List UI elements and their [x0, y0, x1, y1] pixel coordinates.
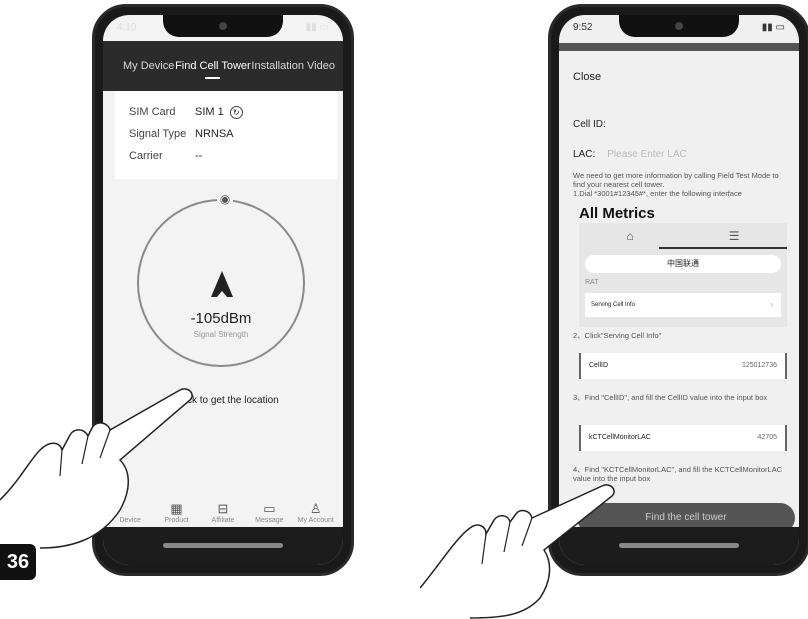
chevron-right-icon: › [770, 300, 773, 309]
close-button[interactable]: Close [573, 71, 793, 83]
carrier-label: Carrier [129, 150, 163, 162]
sheet-handle [559, 43, 799, 51]
lac-example-label: kCTCellMonitorLAC [589, 434, 651, 441]
left-hand-pointer-icon [0, 388, 193, 549]
cell-id-label: Cell ID: [573, 119, 606, 130]
arrow-notch [217, 291, 227, 297]
sim-row: Carrier -- [129, 145, 323, 167]
battery-icon: ▮▮ ▭ [761, 21, 785, 33]
nav-label: Message [255, 517, 284, 524]
tab-installation-video[interactable]: Installation Video [251, 60, 335, 72]
tab-underline [659, 247, 787, 249]
tab-bar: My Device Find Cell Tower Installation V… [103, 41, 343, 91]
message-icon: ▭ [263, 501, 276, 516]
camera-icon [675, 22, 683, 30]
cellid-example-value: 125012736 [741, 362, 777, 369]
switch-sim-icon[interactable]: ↻ [229, 105, 243, 119]
step-1-text: 1.Dial *3001#12345#*, enter the followin… [573, 189, 742, 198]
signal-type-label: Signal Type [129, 128, 187, 140]
nav-my-account[interactable]: ♙ My Account [294, 501, 338, 524]
step-3-text: 3、Find "CellID", and fill the CellID val… [573, 393, 768, 402]
field-test-screenshot: ⌂ ☰ 中国联通 RAT Serving Cell Info › [579, 223, 787, 327]
list-icon: ☰ [728, 229, 740, 243]
signal-strength-value: -105dBm [190, 310, 252, 327]
carrier-value: -- [195, 150, 203, 162]
cellid-example-row: CellID 125012736 [579, 353, 787, 379]
sim-row: Signal Type NRNSA [129, 123, 323, 145]
home-icon: ⌂ [626, 229, 634, 243]
instructions-text: We need to get more information by calli… [573, 171, 789, 198]
sim-row: SIM Card SIM 1 ↻ [129, 101, 323, 123]
all-metrics-title: All Metrics [579, 205, 655, 222]
tab-find-cell-tower[interactable]: Find Cell Tower [175, 60, 251, 79]
nav-label: My Account [297, 517, 334, 524]
step-2-text: 2、Click"Serving Cell Info" [573, 331, 662, 340]
info-paragraph: We need to get more information by calli… [573, 171, 779, 189]
right-hand-pointer-icon [420, 484, 615, 619]
lac-example-value: 42705 [757, 434, 777, 441]
signal-type-value: NRNSA [195, 128, 234, 140]
signal-strength-label: Signal Strength [193, 330, 249, 339]
rat-label: RAT [585, 279, 599, 286]
metrics-tab-icons: ⌂ ☰ [579, 229, 787, 243]
status-time: 4:10 [117, 21, 137, 33]
status-time: 9:52 [573, 21, 593, 33]
lac-label: LAC: [573, 149, 596, 160]
sim-card-label: SIM Card [129, 106, 176, 118]
nav-affiliate[interactable]: ⊟ Affiliate [201, 501, 245, 524]
nav-label: Affiliate [211, 517, 235, 524]
lac-field[interactable]: LAC: Please Enter LAC [573, 149, 793, 160]
lac-placeholder: Please Enter LAC [607, 149, 687, 160]
sim-info-card: SIM Card SIM 1 ↻ Signal Type NRNSA Carri… [115, 91, 337, 179]
tab-my-device[interactable]: My Device [123, 60, 174, 72]
notch [619, 15, 739, 37]
battery-icon: ▮▮ ▭ [305, 21, 329, 33]
serving-cell-label: Serving Cell Info [591, 302, 636, 308]
lac-example-row: kCTCellMonitorLAC 42705 [579, 425, 787, 451]
cellid-example-label: CellID [589, 362, 609, 369]
nav-message[interactable]: ▭ Message [247, 501, 291, 524]
affiliate-icon: ⊟ [217, 501, 229, 516]
camera-icon [219, 22, 227, 30]
home-indicator[interactable] [619, 543, 739, 548]
carrier-name: 中国联通 [585, 255, 781, 273]
account-icon: ♙ [309, 501, 322, 516]
cell-id-field[interactable]: Cell ID: [573, 119, 793, 130]
serving-cell-info-row: Serving Cell Info › [585, 293, 781, 317]
antenna-icon: ◉ [217, 191, 233, 207]
notch [163, 15, 283, 37]
sim-card-value[interactable]: SIM 1 [195, 106, 224, 118]
